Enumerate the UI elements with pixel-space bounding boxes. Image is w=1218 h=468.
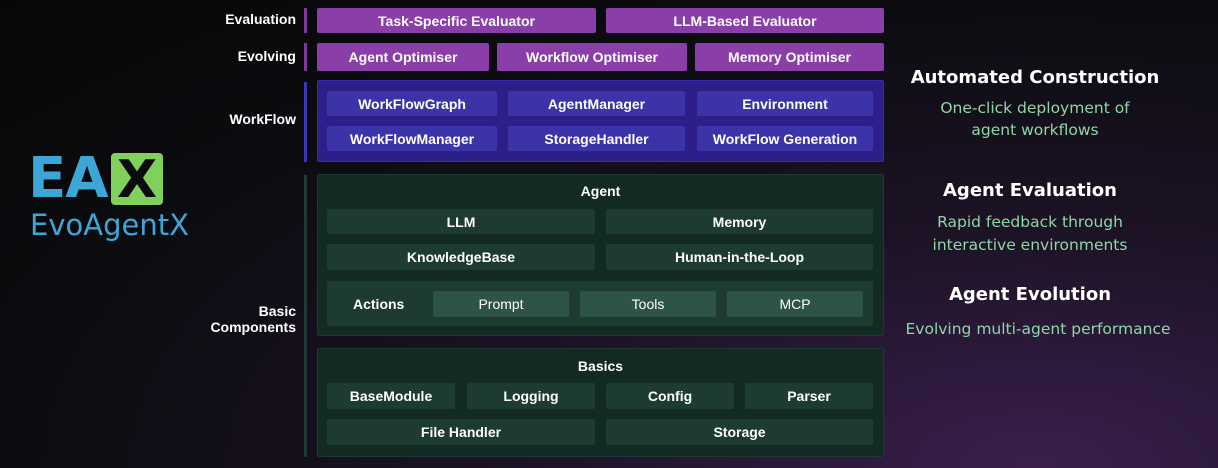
workflow-item-storagehandler[interactable]: StorageHandler bbox=[508, 126, 685, 151]
feature-3-line1: Evolving multi-agent performance bbox=[905, 320, 1171, 338]
basic-components-label: Basic Components bbox=[210, 303, 296, 335]
actions-label: Actions bbox=[353, 296, 405, 312]
basics-title: Basics bbox=[577, 358, 624, 374]
workflow-divider bbox=[304, 82, 307, 162]
agent-item-memory[interactable]: Memory bbox=[606, 209, 873, 234]
feature-2-line2: interactive environments bbox=[932, 236, 1128, 254]
agent-item-llm[interactable]: LLM bbox=[327, 209, 595, 234]
evaluator-llm-based[interactable]: LLM-Based Evaluator bbox=[606, 8, 884, 33]
action-tools[interactable]: Tools bbox=[580, 291, 716, 317]
basics-item-config[interactable]: Config bbox=[606, 383, 734, 409]
feature-2-title: Agent Evaluation bbox=[943, 180, 1117, 201]
evolving-label: Evolving bbox=[237, 48, 296, 64]
agent-title: Agent bbox=[580, 183, 621, 199]
optimiser-agent[interactable]: Agent Optimiser bbox=[317, 43, 489, 71]
basics-item-file-handler[interactable]: File Handler bbox=[327, 419, 595, 445]
workflow-item-manager[interactable]: WorkFlowManager bbox=[327, 126, 497, 151]
basic-label-line2: Components bbox=[210, 319, 296, 335]
basics-item-storage[interactable]: Storage bbox=[606, 419, 873, 445]
workflow-item-graph[interactable]: WorkFlowGraph bbox=[327, 91, 497, 116]
workflow-label: WorkFlow bbox=[229, 111, 296, 127]
agent-item-knowledgebase[interactable]: KnowledgeBase bbox=[327, 244, 595, 270]
feature-3-title: Agent Evolution bbox=[948, 284, 1112, 305]
basic-label-line1: Basic bbox=[258, 303, 296, 319]
optimiser-memory[interactable]: Memory Optimiser bbox=[695, 43, 884, 71]
workflow-item-agentmanager[interactable]: AgentManager bbox=[508, 91, 685, 116]
evaluator-task-specific[interactable]: Task-Specific Evaluator bbox=[317, 8, 596, 33]
feature-2-line1: Rapid feedback through bbox=[937, 213, 1123, 231]
workflow-item-environment[interactable]: Environment bbox=[697, 91, 873, 116]
optimiser-workflow[interactable]: Workflow Optimiser bbox=[497, 43, 687, 71]
action-prompt[interactable]: Prompt bbox=[433, 291, 569, 317]
logo-letter-ea: EA bbox=[28, 146, 109, 211]
basic-divider bbox=[304, 175, 307, 457]
feature-1-line2: agent workflows bbox=[971, 121, 1099, 139]
feature-1-title: Automated Construction bbox=[910, 67, 1160, 88]
logo-x-mark: X bbox=[110, 153, 163, 207]
evaluation-label: Evaluation bbox=[225, 11, 296, 27]
feature-1-line1: One-click deployment of bbox=[940, 99, 1130, 117]
workflow-item-generation[interactable]: WorkFlow Generation bbox=[697, 126, 873, 151]
logo-letters: EA X bbox=[28, 146, 163, 211]
logo-name: EvoAgentX bbox=[30, 208, 189, 242]
evolving-divider bbox=[304, 43, 307, 71]
evaluation-divider bbox=[304, 8, 307, 33]
action-mcp[interactable]: MCP bbox=[727, 291, 863, 317]
basics-item-parser[interactable]: Parser bbox=[745, 383, 873, 409]
basics-item-logging[interactable]: Logging bbox=[467, 383, 595, 409]
agent-item-human-in-the-loop[interactable]: Human-in-the-Loop bbox=[606, 244, 873, 270]
basics-item-basemodule[interactable]: BaseModule bbox=[327, 383, 455, 409]
